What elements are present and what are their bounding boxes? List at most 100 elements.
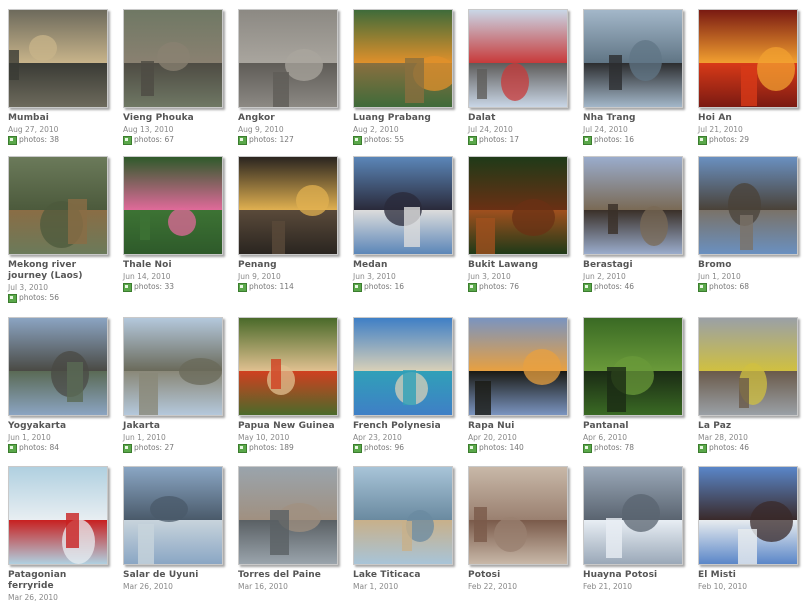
album-item[interactable]: Papua New Guinea May 10, 2010 photos: 189: [238, 317, 340, 453]
album-item[interactable]: Luang Prabang Aug 2, 2010 photos: 55: [353, 9, 455, 145]
album-item[interactable]: Berastagi Jun 2, 2010 photos: 46: [583, 156, 685, 292]
album-item[interactable]: Pantanal Apr 6, 2010 photos: 78: [583, 317, 685, 453]
album-thumbnail[interactable]: [238, 317, 338, 416]
album-photo-count: photos: 68: [698, 282, 800, 292]
album-title[interactable]: Rapa Nui: [468, 421, 570, 432]
album-item[interactable]: Medan Jun 3, 2010 photos: 16: [353, 156, 455, 292]
album-item[interactable]: Jakarta Jun 1, 2010 photos: 27: [123, 317, 225, 453]
album-title[interactable]: Medan: [353, 260, 455, 271]
album-thumbnail[interactable]: [238, 9, 338, 108]
album-thumbnail[interactable]: [238, 156, 338, 255]
album-thumbnail[interactable]: [698, 156, 798, 255]
album-item[interactable]: Bukit Lawang Jun 3, 2010 photos: 76: [468, 156, 570, 292]
album-item[interactable]: El Misti Feb 10, 2010: [698, 466, 800, 592]
album-title[interactable]: Mekong river journey (Laos): [8, 260, 110, 282]
album-title[interactable]: El Misti: [698, 570, 800, 581]
album-thumbnail[interactable]: [8, 317, 108, 416]
album-thumbnail[interactable]: [8, 466, 108, 565]
album-title[interactable]: Lake Titicaca: [353, 570, 455, 581]
album-item[interactable]: Vieng Phouka Aug 13, 2010 photos: 67: [123, 9, 225, 145]
album-title[interactable]: Yogyakarta: [8, 421, 110, 432]
album-date: Apr 23, 2010: [353, 433, 402, 442]
album-title[interactable]: Papua New Guinea: [238, 421, 340, 432]
album-title[interactable]: Penang: [238, 260, 340, 271]
album-thumbnail[interactable]: [468, 9, 568, 108]
album-thumbnail[interactable]: [123, 317, 223, 416]
album-title[interactable]: Potosi: [468, 570, 570, 581]
album-item[interactable]: Thale Noi Jun 14, 2010 photos: 33: [123, 156, 225, 292]
photo-count-label: photos: 46: [594, 282, 634, 291]
album-title[interactable]: Angkor: [238, 113, 340, 124]
album-title[interactable]: Huayna Potosi: [583, 570, 685, 581]
album-item[interactable]: La Paz Mar 28, 2010 photos: 46: [698, 317, 800, 453]
photo-count-label: photos: 68: [709, 282, 749, 291]
album-item[interactable]: French Polynesia Apr 23, 2010 photos: 96: [353, 317, 455, 453]
album-title[interactable]: Nha Trang: [583, 113, 685, 124]
album-item[interactable]: Torres del Paine Mar 16, 2010: [238, 466, 340, 592]
album-item[interactable]: Hoi An Jul 21, 2010 photos: 29: [698, 9, 800, 145]
album-item[interactable]: Dalat Jul 24, 2010 photos: 17: [468, 9, 570, 145]
album-title[interactable]: Mumbai: [8, 113, 110, 124]
photo-icon: [8, 443, 17, 453]
album-thumbnail[interactable]: [468, 317, 568, 416]
album-item[interactable]: Mekong river journey (Laos) Jul 3, 2010 ph…: [8, 156, 110, 303]
album-thumbnail[interactable]: [698, 9, 798, 108]
photo-icon: [698, 135, 707, 145]
album-item[interactable]: Penang Jun 9, 2010 photos: 114: [238, 156, 340, 292]
album-title[interactable]: La Paz: [698, 421, 800, 432]
album-thumbnail[interactable]: [583, 156, 683, 255]
album-thumbnail[interactable]: [468, 466, 568, 565]
album-thumbnail[interactable]: [8, 9, 108, 108]
album-item[interactable]: Rapa Nui Apr 20, 2010 photos: 140: [468, 317, 570, 453]
album-item[interactable]: Yogyakarta Jun 1, 2010 photos: 84: [8, 317, 110, 453]
album-date: May 10, 2010: [238, 433, 290, 442]
album-title[interactable]: Patagonian ferryride: [8, 570, 110, 592]
album-thumbnail[interactable]: [123, 466, 223, 565]
album-title[interactable]: Bukit Lawang: [468, 260, 570, 271]
photo-count-label: photos: 127: [249, 135, 294, 144]
album-thumbnail[interactable]: [8, 156, 108, 255]
album-thumbnail[interactable]: [353, 9, 453, 108]
album-title[interactable]: Jakarta: [123, 421, 225, 432]
album-thumbnail[interactable]: [698, 466, 798, 565]
album-title[interactable]: Dalat: [468, 113, 570, 124]
album-thumbnail[interactable]: [468, 156, 568, 255]
album-title[interactable]: Pantanal: [583, 421, 685, 432]
album-photo-count: photos: 55: [353, 135, 455, 145]
album-title[interactable]: Bromo: [698, 260, 800, 271]
album-thumbnail[interactable]: [583, 317, 683, 416]
album-title[interactable]: Luang Prabang: [353, 113, 455, 124]
album-thumbnail[interactable]: [583, 9, 683, 108]
album-item[interactable]: Patagonian ferryride Mar 26, 2010: [8, 466, 110, 603]
album-date: Jul 21, 2010: [698, 125, 743, 134]
album-thumbnail[interactable]: [353, 466, 453, 565]
album-thumbnail[interactable]: [238, 466, 338, 565]
album-thumbnail[interactable]: [353, 317, 453, 416]
album-title[interactable]: French Polynesia: [353, 421, 455, 432]
album-item[interactable]: Mumbai Aug 27, 2010 photos: 38: [8, 9, 110, 145]
album-thumbnail[interactable]: [353, 156, 453, 255]
album-title[interactable]: Vieng Phouka: [123, 113, 225, 124]
album-item[interactable]: Nha Trang Jul 24, 2010 photos: 16: [583, 9, 685, 145]
album-thumbnail[interactable]: [698, 317, 798, 416]
album-title[interactable]: Thale Noi: [123, 260, 225, 271]
album-thumbnail[interactable]: [123, 156, 223, 255]
album-item[interactable]: Potosi Feb 22, 2010: [468, 466, 570, 592]
album-date: Jun 14, 2010: [123, 272, 171, 281]
album-thumbnail[interactable]: [583, 466, 683, 565]
album-title[interactable]: Torres del Paine: [238, 570, 340, 581]
album-title[interactable]: Berastagi: [583, 260, 685, 271]
album-date: Jul 3, 2010: [8, 283, 49, 292]
album-date: Apr 20, 2010: [468, 433, 517, 442]
album-item[interactable]: Bromo Jun 1, 2010 photos: 68: [698, 156, 800, 292]
album-item[interactable]: Lake Titicaca Mar 1, 2010: [353, 466, 455, 592]
album-title[interactable]: Salar de Uyuni: [123, 570, 225, 581]
album-item[interactable]: Salar de Uyuni Mar 26, 2010: [123, 466, 225, 592]
album-date: Feb 21, 2010: [583, 582, 633, 591]
album-item[interactable]: Huayna Potosi Feb 21, 2010: [583, 466, 685, 592]
photo-count-label: photos: 84: [19, 443, 59, 452]
album-photo-count: photos: 27: [123, 443, 225, 453]
album-item[interactable]: Angkor Aug 9, 2010 photos: 127: [238, 9, 340, 145]
album-title[interactable]: Hoi An: [698, 113, 800, 124]
album-thumbnail[interactable]: [123, 9, 223, 108]
